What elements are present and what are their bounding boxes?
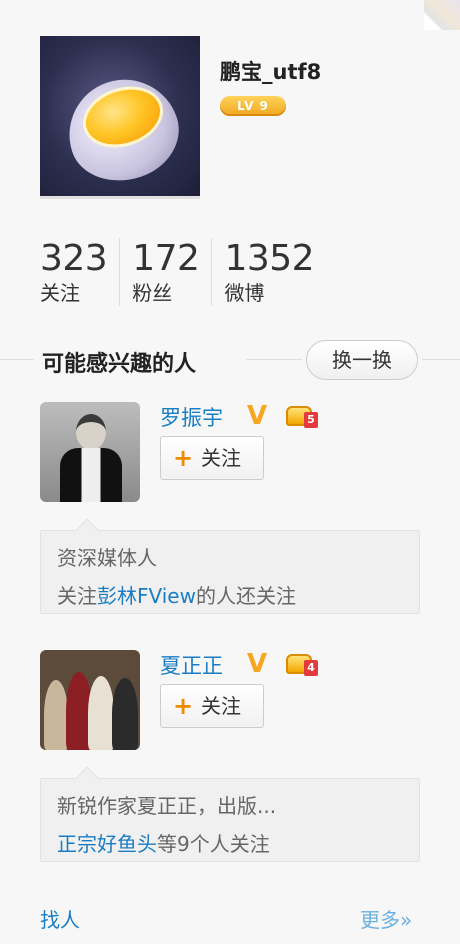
stat-followers-label: 粉丝: [132, 281, 173, 305]
person-torso-graphic: [60, 448, 122, 502]
stat-following-count: 323: [40, 238, 108, 279]
refresh-suggestions-button[interactable]: 换一换: [306, 340, 418, 380]
member-crown-icon: 5: [286, 402, 320, 430]
suggestion-reason-line: 正宗好鱼头等9个人关注: [57, 825, 419, 863]
page-corner-fold: [424, 0, 460, 30]
follow-button[interactable]: + 关注: [160, 684, 264, 728]
plus-icon: +: [173, 444, 194, 472]
reason-prefix: 关注: [57, 584, 97, 608]
suggestions-header: 可能感兴趣的人 换一换: [0, 338, 460, 382]
plus-icon: +: [173, 692, 194, 720]
stat-followers[interactable]: 172 粉丝: [132, 238, 213, 306]
reason-pointer: [75, 766, 99, 790]
level-badge[interactable]: LV 9: [220, 96, 286, 116]
stat-posts[interactable]: 1352 微博: [224, 238, 326, 306]
stat-posts-label: 微博: [224, 281, 265, 305]
suggestion-reason: 资深媒体人 关注彭林FView的人还关注: [40, 518, 420, 615]
suggestion-reason-line: 关注彭林FView的人还关注: [57, 577, 419, 615]
divider-right: [422, 359, 460, 360]
person-head-graphic: [76, 414, 106, 450]
find-people-link[interactable]: 找人: [40, 904, 80, 933]
suggestion-reason: 新锐作家夏正正，出版... 正宗好鱼头等9个人关注: [40, 766, 420, 863]
suggestion-name[interactable]: 罗振宇: [160, 402, 223, 432]
follow-button[interactable]: + 关注: [160, 436, 264, 480]
divider-middle: [246, 359, 302, 360]
reason-user-link[interactable]: 彭林FView: [97, 584, 196, 608]
more-link[interactable]: 更多»: [360, 904, 412, 933]
verified-v-icon: V: [246, 649, 268, 679]
reason-suffix: 等9个人关注: [157, 832, 270, 856]
stat-followers-count: 172: [132, 238, 200, 279]
follow-label: 关注: [201, 446, 241, 470]
member-level-number: 4: [304, 660, 318, 676]
reason-user-link[interactable]: 正宗好鱼头: [57, 832, 157, 856]
divider-left: [0, 359, 34, 360]
suggestion-avatar[interactable]: [40, 650, 140, 750]
username[interactable]: 鹏宝_utf8: [220, 56, 321, 86]
verified-v-icon: V: [246, 401, 268, 431]
suggestion-card: 夏正正 V 4 + 关注 新锐作家夏正正，出版... 正宗好鱼头等9个人关注: [40, 650, 420, 862]
person-graphic: [44, 680, 68, 750]
suggestion-card: 罗振宇 V 5 + 关注 资深媒体人 关注彭林FView的人还关注: [40, 401, 420, 615]
person-graphic: [112, 678, 138, 750]
stat-following-label: 关注: [40, 281, 80, 305]
member-crown-icon: 4: [286, 650, 320, 678]
person-graphic: [88, 676, 114, 750]
suggestion-description: 资深媒体人: [57, 546, 157, 570]
user-avatar[interactable]: [40, 36, 200, 196]
profile-card: 鹏宝_utf8 LV 9: [40, 36, 460, 206]
stat-posts-count: 1352: [224, 238, 315, 279]
stat-following[interactable]: 323 关注: [40, 238, 121, 306]
suggestions-title: 可能感兴趣的人: [42, 352, 197, 377]
suggestion-name[interactable]: 夏正正: [160, 650, 223, 680]
reason-suffix: 的人还关注: [195, 584, 296, 608]
reason-pointer: [75, 518, 99, 542]
suggestion-description: 新锐作家夏正正，出版...: [57, 794, 277, 818]
member-level-number: 5: [304, 412, 318, 428]
suggestion-avatar[interactable]: [40, 402, 140, 502]
follow-label: 关注: [201, 694, 241, 718]
profile-stats: 323 关注 172 粉丝 1352 微博: [40, 238, 338, 310]
